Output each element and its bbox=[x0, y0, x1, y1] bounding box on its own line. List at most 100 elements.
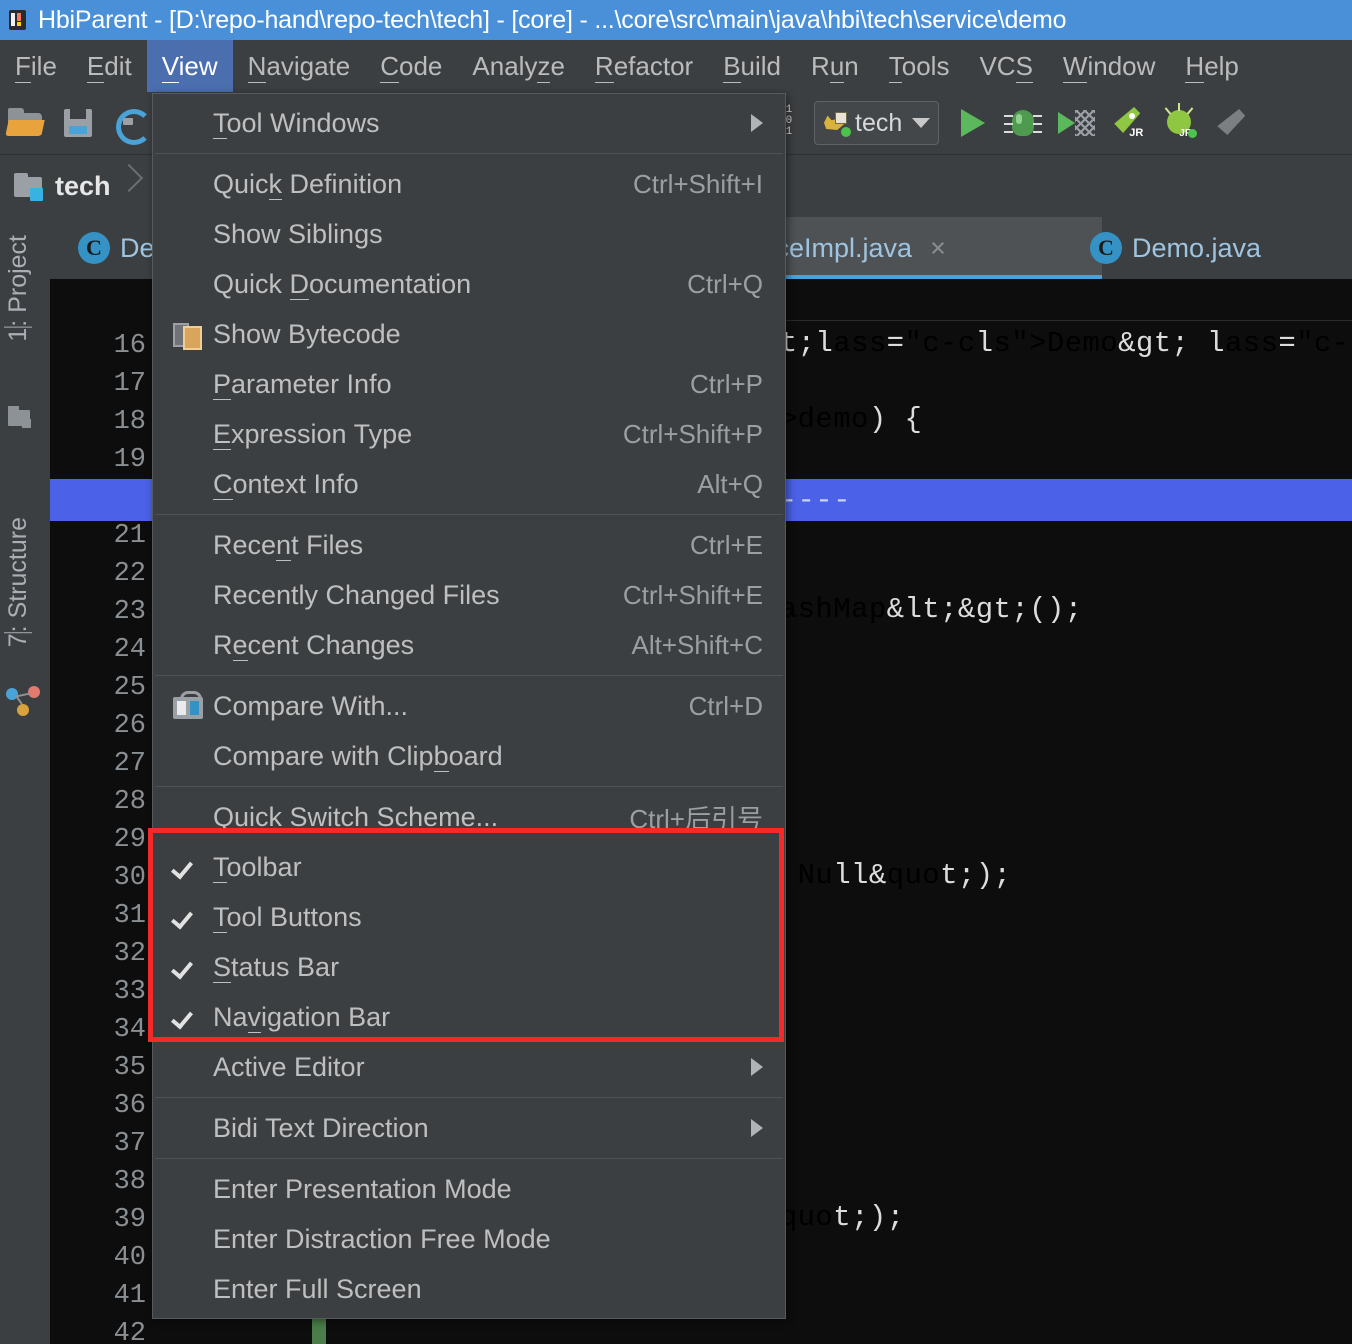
menu-label: View bbox=[162, 51, 218, 82]
line-number: 26 bbox=[50, 711, 146, 741]
menu-icon-slot bbox=[167, 417, 213, 451]
debug-icon[interactable] bbox=[1001, 101, 1045, 145]
menu-analyze[interactable]: Analyze bbox=[457, 40, 580, 92]
chevron-down-icon bbox=[912, 118, 930, 128]
menu-item-active-editor[interactable]: Active Editor bbox=[153, 1042, 785, 1092]
view-menu-dropdown[interactable]: Tool Windows Quick DefinitionCtrl+Shift+I… bbox=[152, 93, 786, 1319]
menu-label: Edit bbox=[87, 51, 132, 82]
profile-icon[interactable] bbox=[1209, 101, 1253, 145]
menu-view[interactable]: View bbox=[147, 40, 233, 92]
menu-item-context-info[interactable]: Context InfoAlt+Q bbox=[153, 459, 785, 509]
menu-item-show-bytecode[interactable]: Show Bytecode bbox=[153, 309, 785, 359]
menu-item-recent-files[interactable]: Recent FilesCtrl+E bbox=[153, 520, 785, 570]
menu-item-shortcut: Ctrl+Q bbox=[657, 269, 763, 300]
menu-navigate[interactable]: Navigate bbox=[233, 40, 366, 92]
menu-item-recent-changes[interactable]: Recent Changes Alt+Shift+C bbox=[153, 620, 785, 670]
menu-item-compare-with-clipboard[interactable]: Compare with Clipboard bbox=[153, 731, 785, 781]
menu-tools[interactable]: Tools bbox=[874, 40, 965, 92]
menu-vcs[interactable]: VCS bbox=[964, 40, 1047, 92]
menu-run[interactable]: Run bbox=[796, 40, 874, 92]
menu-icon-slot bbox=[167, 628, 213, 662]
menu-bar: File Edit View NavigateCode Analyze RefactorB… bbox=[0, 40, 1352, 92]
menu-item-status-bar[interactable]: Status Bar bbox=[153, 942, 785, 992]
menu-label: Analyze bbox=[472, 51, 565, 82]
menu-item-expression-type[interactable]: Expression TypeCtrl+Shift+P bbox=[153, 409, 785, 459]
breadcrumb-tech[interactable]: tech bbox=[0, 155, 117, 217]
menu-separator bbox=[155, 1097, 783, 1098]
menu-item-shortcut: Ctrl+Shift+E bbox=[593, 580, 763, 611]
line-number: 24 bbox=[50, 635, 146, 665]
jrebel-debug-icon[interactable]: JR bbox=[1157, 101, 1201, 145]
menu-edit[interactable]: Edit bbox=[72, 40, 147, 92]
open-folder-icon[interactable] bbox=[4, 101, 48, 145]
jrebel-run-icon[interactable]: JR bbox=[1105, 101, 1149, 145]
menu-item-recently-changed-files[interactable]: Recently Changed FilesCtrl+Shift+E bbox=[153, 570, 785, 620]
menu-item-quick-documentation[interactable]: Quick Documentation Ctrl+Q bbox=[153, 259, 785, 309]
menu-item-enter-full-screen[interactable]: Enter Full Screen bbox=[153, 1264, 785, 1314]
menu-item-toolbar[interactable]: Toolbar bbox=[153, 842, 785, 892]
line-number: 30 bbox=[50, 863, 146, 893]
menu-item-tool-windows[interactable]: Tool Windows bbox=[153, 98, 785, 148]
menu-item-shortcut: Alt+Shift+C bbox=[601, 630, 763, 661]
editor-gutter[interactable]: 1617181920212223242526272829303132333435… bbox=[50, 279, 162, 1344]
module-folder-icon bbox=[14, 173, 44, 199]
menu-item-enter-distraction-free-mode[interactable]: Enter Distraction Free Mode bbox=[153, 1214, 785, 1264]
menu-window[interactable]: Window bbox=[1048, 40, 1170, 92]
menu-item-label: Recent Changes bbox=[213, 630, 414, 661]
intellij-idea-icon bbox=[7, 9, 29, 31]
editor-tab-service-impl[interactable]: viceImpl.java × bbox=[744, 217, 1102, 279]
menu-separator bbox=[155, 1158, 783, 1159]
run-icon[interactable] bbox=[949, 101, 993, 145]
menu-item-shortcut: Ctrl+D bbox=[659, 691, 763, 722]
menu-label: Tools bbox=[889, 51, 950, 82]
line-number: 34 bbox=[50, 1015, 146, 1045]
sidebar-item-project[interactable]: 1: Project bbox=[4, 235, 33, 342]
line-number: 21 bbox=[50, 521, 146, 551]
line-number: 28 bbox=[50, 787, 146, 817]
menu-item-compare-with[interactable]: Compare With...Ctrl+D bbox=[153, 681, 785, 731]
save-all-icon[interactable] bbox=[56, 101, 100, 145]
menu-file[interactable]: File bbox=[0, 40, 72, 92]
menu-item-navigation-bar[interactable]: Navigation Bar bbox=[153, 992, 785, 1042]
menu-item-enter-presentation-mode[interactable]: Enter Presentation Mode bbox=[153, 1164, 785, 1214]
submenu-arrow-icon bbox=[751, 114, 763, 132]
line-number: 17 bbox=[50, 369, 146, 399]
menu-item-bidi-text-direction[interactable]: Bidi Text Direction bbox=[153, 1103, 785, 1153]
sync-icon[interactable] bbox=[108, 101, 152, 145]
menu-label: Run bbox=[811, 51, 859, 82]
menu-item-label: Navigation Bar bbox=[213, 1002, 390, 1033]
menu-item-parameter-info[interactable]: Parameter InfoCtrl+P bbox=[153, 359, 785, 409]
menu-item-label: Quick Documentation bbox=[213, 269, 471, 300]
menu-item-label: Bidi Text Direction bbox=[213, 1113, 429, 1144]
run-configuration-selector[interactable]: tech bbox=[814, 101, 939, 145]
menu-item-label: Enter Full Screen bbox=[213, 1274, 422, 1305]
sidebar-item-structure[interactable]: 7: Structure bbox=[4, 517, 33, 647]
menu-help[interactable]: Help bbox=[1170, 40, 1253, 92]
close-icon[interactable]: × bbox=[930, 233, 946, 264]
menu-icon-slot bbox=[167, 1050, 213, 1084]
menu-code[interactable]: Code bbox=[365, 40, 457, 92]
project-icon bbox=[6, 402, 42, 436]
line-number: 39 bbox=[50, 1205, 146, 1235]
editor-tab-label: Demo.java bbox=[1132, 233, 1261, 264]
menu-refactor[interactable]: Refactor bbox=[580, 40, 708, 92]
menu-item-quick-switch-scheme[interactable]: Quick Switch Scheme...Ctrl+后引号 bbox=[153, 792, 785, 842]
breadcrumb-separator-icon bbox=[117, 155, 145, 217]
run-with-coverage-icon[interactable] bbox=[1053, 101, 1097, 145]
menu-item-shortcut: Ctrl+P bbox=[660, 369, 763, 400]
menu-item-label: Quick Switch Scheme... bbox=[213, 802, 498, 833]
line-number: 35 bbox=[50, 1053, 146, 1083]
breadcrumb-label: tech bbox=[55, 171, 111, 202]
menu-icon-slot bbox=[167, 1172, 213, 1206]
menu-build[interactable]: Build bbox=[708, 40, 796, 92]
menu-item-show-siblings[interactable]: Show Siblings bbox=[153, 209, 785, 259]
menu-item-label: Tool Windows bbox=[213, 108, 380, 139]
menu-item-tool-buttons[interactable]: Tool Buttons bbox=[153, 892, 785, 942]
line-number: 22 bbox=[50, 559, 146, 589]
editor-tab-demo[interactable]: C Demo.java bbox=[1078, 217, 1273, 279]
menu-icon-slot bbox=[167, 800, 213, 834]
menu-item-quick-definition[interactable]: Quick DefinitionCtrl+Shift+I bbox=[153, 159, 785, 209]
line-number: 16 bbox=[50, 331, 146, 361]
menu-item-label: Context Info bbox=[213, 469, 359, 500]
menu-separator bbox=[155, 514, 783, 515]
